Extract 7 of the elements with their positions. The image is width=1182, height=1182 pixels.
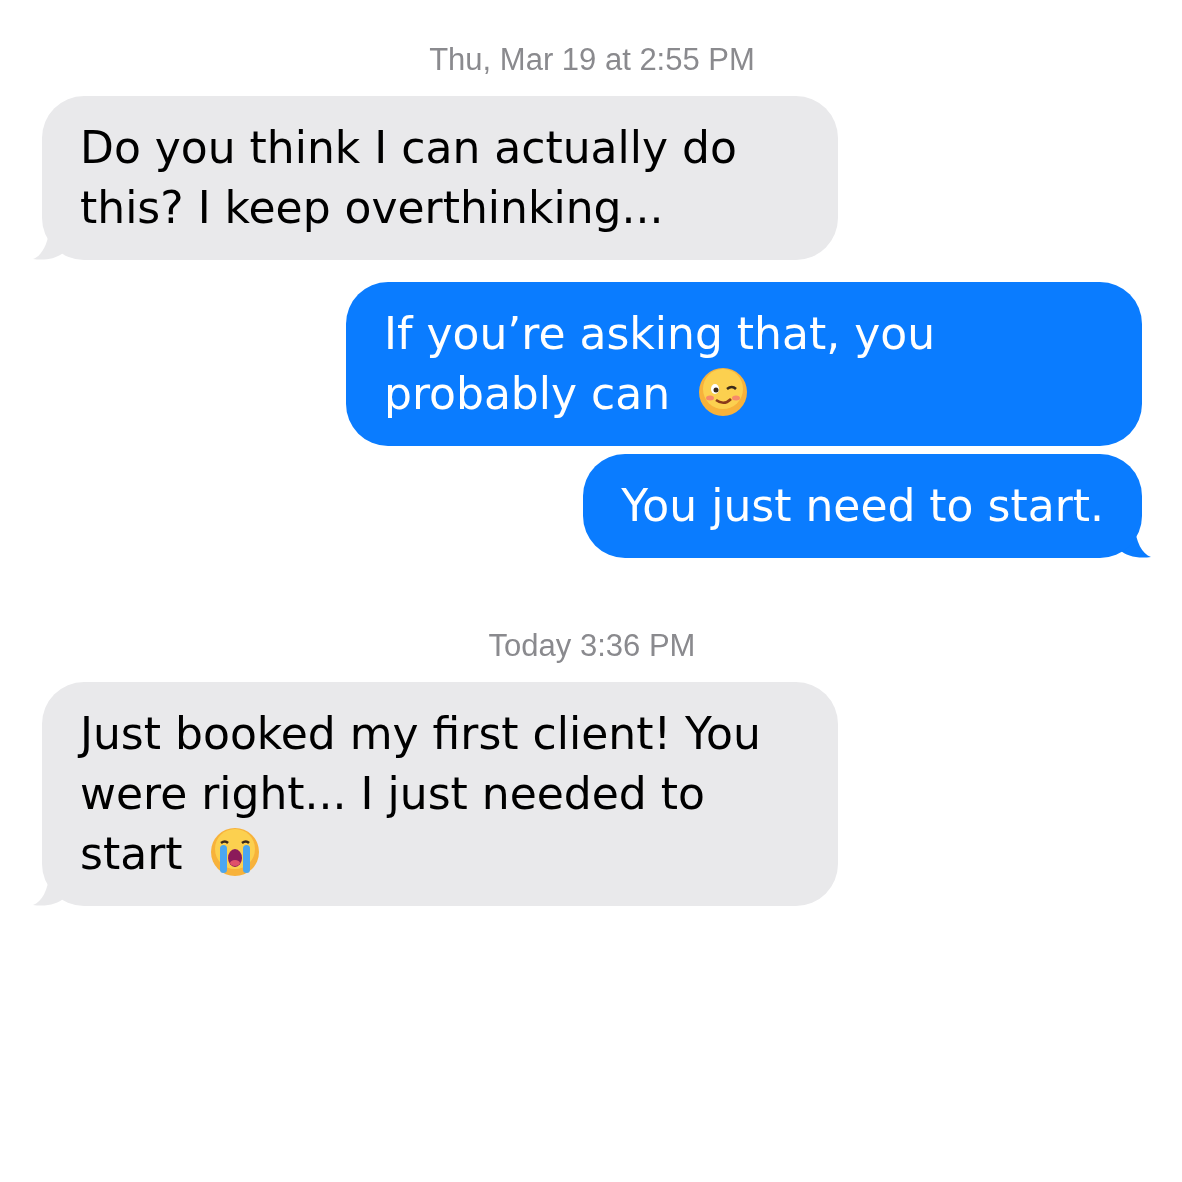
timestamp: Today 3:36 PM	[488, 628, 696, 663]
timestamp: Thu, Mar 19 at 2:55 PM	[429, 42, 755, 77]
message-text: You just need to start.	[621, 480, 1104, 531]
winking-face-icon	[698, 367, 749, 417]
crying-face-icon	[210, 827, 261, 877]
message-text: If you’re asking that, you probably can	[384, 308, 936, 419]
message-text: Do you think I can actually do this? I keep overthinking...	[80, 122, 737, 233]
